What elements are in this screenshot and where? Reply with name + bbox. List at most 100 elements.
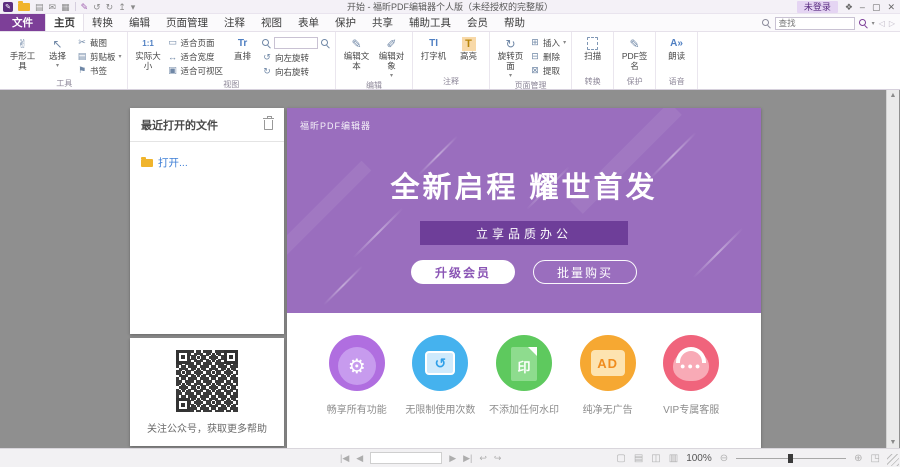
rotate-left-button[interactable]: ↺ 向左旋转 [262,51,330,64]
redo-icon[interactable]: ↻ [106,2,114,12]
rotate-right-button[interactable]: ↻ 向右旋转 [262,65,330,78]
facing-view-icon[interactable]: ◫ [651,453,660,464]
search-icon[interactable] [858,18,868,28]
zoom-level-input[interactable] [274,37,319,49]
ad-glyph: AD [597,355,618,371]
zoom-out-icon[interactable]: ⊖ [720,453,728,464]
app-logo-icon[interactable]: ✎ [3,1,13,12]
resize-grip[interactable] [887,454,899,466]
last-page-icon[interactable]: ▶| [463,453,472,464]
tab-page-management[interactable]: 页面管理 [158,14,216,31]
open-file-icon[interactable] [18,0,30,11]
zoom-out-icon[interactable] [262,38,271,48]
tab-view[interactable]: 视图 [253,14,290,31]
rotate-icon: ↺ [412,335,469,391]
ribbon-group-comment: TI 打字机 T 高亮 注释 [413,32,491,89]
print-icon[interactable]: ▦ [61,2,70,12]
chevron-down-icon: ▾ [118,54,122,60]
zoom-in-icon[interactable] [321,38,330,48]
vertical-text-button[interactable]: Tr 直排 [227,35,258,62]
fit-visible-button[interactable]: ▣ 适合可视区 [168,64,224,77]
upgrade-member-button[interactable]: 升级会员 [411,260,515,284]
clear-recent-trash-icon[interactable] [263,115,274,130]
hand-tool-button[interactable]: ✌ 手形工具 [7,35,38,72]
clipboard-button[interactable]: ▤ 剪贴板 ▾ [77,50,122,63]
read-aloud-button[interactable]: A» 朗读 [661,35,692,62]
typewriter-icon: TI [429,38,438,49]
scroll-down-icon[interactable]: ▼ [890,439,897,446]
open-file-link[interactable]: 打开... [141,155,273,170]
fit-page-button[interactable]: ▭ 适合页面 [168,36,224,49]
tab-file[interactable]: 文件 [0,14,45,31]
zoom-slider[interactable] [736,453,847,463]
tab-help[interactable]: 帮助 [496,14,533,31]
tab-accessibility[interactable]: 辅助工具 [401,14,459,31]
find-options-caret-icon[interactable]: ▾ [872,20,875,27]
login-button[interactable]: 未登录 [796,0,838,13]
feature-no-ads[interactable]: AD 纯净无广告 [566,335,650,448]
next-view-icon[interactable]: ↪ [494,453,502,464]
zoom-in-icon[interactable]: ⊕ [854,453,862,464]
find-next-icon[interactable]: ▷ [889,19,895,28]
pdf-sign-button[interactable]: ✎ PDF签名 [619,35,650,72]
fit-width-button[interactable]: ↔ 适合宽度 [168,50,224,63]
first-page-icon[interactable]: |◀ [340,453,349,464]
feature-unlimited-usage[interactable]: ↺ 无限制使用次数 [399,335,483,448]
tab-edit[interactable]: 编辑 [121,14,158,31]
tab-convert[interactable]: 转换 [84,14,121,31]
undo-icon[interactable]: ↺ [93,2,101,12]
minimize-button[interactable]: – [860,1,865,13]
tab-protect[interactable]: 保护 [327,14,364,31]
stamp-pen-icon[interactable]: ✎ [81,2,89,12]
start-page: 最近打开的文件 打开... 关注公众号，获取更多帮助 福昕PDF编辑器 全新启程… [0,90,900,448]
previous-page-icon[interactable]: ◀ [356,453,363,464]
maximize-button[interactable]: ▢ [872,1,881,13]
vertical-scrollbar[interactable]: ▲ ▼ [886,90,899,448]
tab-form[interactable]: 表单 [290,14,327,31]
continuous-view-icon[interactable]: ▤ [634,453,643,464]
share-icon[interactable]: ↥ [118,2,126,12]
bookmark-button[interactable]: ⚑ 书签 [77,64,122,77]
tab-comment[interactable]: 注释 [216,14,253,31]
extract-pages-button[interactable]: ⊠ 提取 [530,64,566,77]
previous-view-icon[interactable]: ↩ [479,453,487,464]
close-button[interactable]: ✕ [887,1,895,13]
single-page-view-icon[interactable]: ▢ [616,453,625,464]
edit-text-button[interactable]: ✎ 编辑文本 [341,35,372,72]
button-label: 适合可视区 [180,65,224,76]
facing-continuous-view-icon[interactable]: ▥ [669,453,678,464]
snapshot-button[interactable]: ✂ 截图 [77,36,122,49]
feature-vip-support[interactable]: ●●● VIP专属客服 [649,335,733,448]
find-previous-icon[interactable]: ◁ [879,19,885,28]
skin-grid-icon[interactable]: ❖ [845,1,853,13]
find-input[interactable] [774,16,855,30]
scroll-up-icon[interactable]: ▲ [890,92,897,99]
actual-size-button[interactable]: 1:1 实际大小 [133,35,164,72]
button-label: 朗读 [668,51,686,61]
ribbon-group-view: 1:1 实际大小 ▭ 适合页面 ↔ 适合宽度 ▣ 适合可视区 Tr 直排 ↺ 向… [128,32,337,89]
zoom-slider-handle[interactable] [788,453,794,463]
pdf-sign-icon: ✎ [629,36,640,51]
email-icon[interactable]: ✉ [49,2,57,12]
support-headset-icon: ●●● [663,335,720,391]
edit-object-button[interactable]: ✐ 编辑对象 ▾ [376,35,407,79]
tab-membership[interactable]: 会员 [459,14,496,31]
select-tool-button[interactable]: ↖ 选择 ▾ [42,35,73,69]
save-icon[interactable]: ▤ [35,2,44,12]
scan-button[interactable]: 扫描 [577,35,608,62]
qat-customize-caret-icon[interactable]: ▾ [131,2,136,12]
zoom-percentage: 100% [686,452,712,464]
highlight-button[interactable]: T 高亮 [453,35,484,62]
typewriter-button[interactable]: TI 打字机 [418,35,449,62]
fit-screen-icon[interactable]: ◳ [871,453,880,464]
tab-home[interactable]: 主页 [45,14,84,31]
delete-pages-button[interactable]: ⊟ 删除 [530,50,566,63]
page-number-input[interactable] [370,452,443,464]
insert-pages-button[interactable]: ⊞ 插入 ▾ [530,36,566,49]
bulk-purchase-button[interactable]: 批量购买 [533,260,637,284]
tab-share[interactable]: 共享 [364,14,401,31]
next-page-icon[interactable]: ▶ [449,453,456,464]
feature-no-watermark[interactable]: 印 不添加任何水印 [482,335,566,448]
feature-all-functions[interactable]: ⚙ 畅享所有功能 [315,335,399,448]
rotate-pages-button[interactable]: ↻ 旋转页面 ▾ [495,35,526,79]
